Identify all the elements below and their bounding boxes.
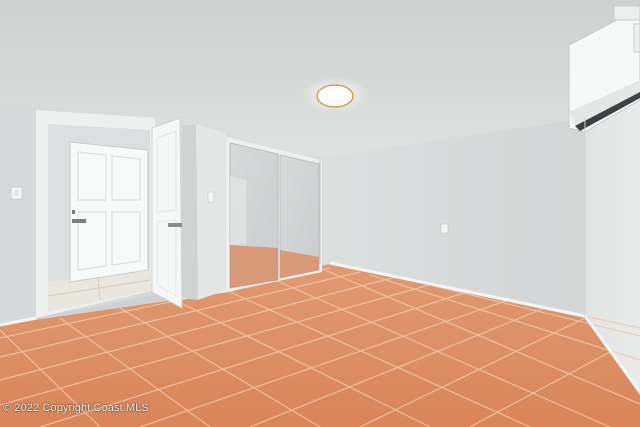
- ceiling-light-lens: [322, 88, 348, 100]
- room-photo: © 2022 Copyright Coast MLS: [0, 0, 640, 427]
- room-illustration: [0, 0, 640, 427]
- wall-column: [182, 124, 198, 300]
- copyright-watermark: © 2022 Copyright Coast MLS: [3, 402, 149, 414]
- wall-switch[interactable]: [207, 191, 215, 203]
- wall-section: [196, 124, 226, 300]
- wall-outlet: [440, 223, 449, 234]
- light-switch-toggle: [14, 190, 19, 196]
- door-handle[interactable]: [72, 219, 86, 223]
- room-door-handle[interactable]: [168, 223, 182, 227]
- ac-top-bracket: [613, 5, 640, 21]
- ac-display-panel: [633, 23, 640, 53]
- mirror-reflection-wall: [230, 176, 246, 245]
- door-lock: [72, 210, 75, 214]
